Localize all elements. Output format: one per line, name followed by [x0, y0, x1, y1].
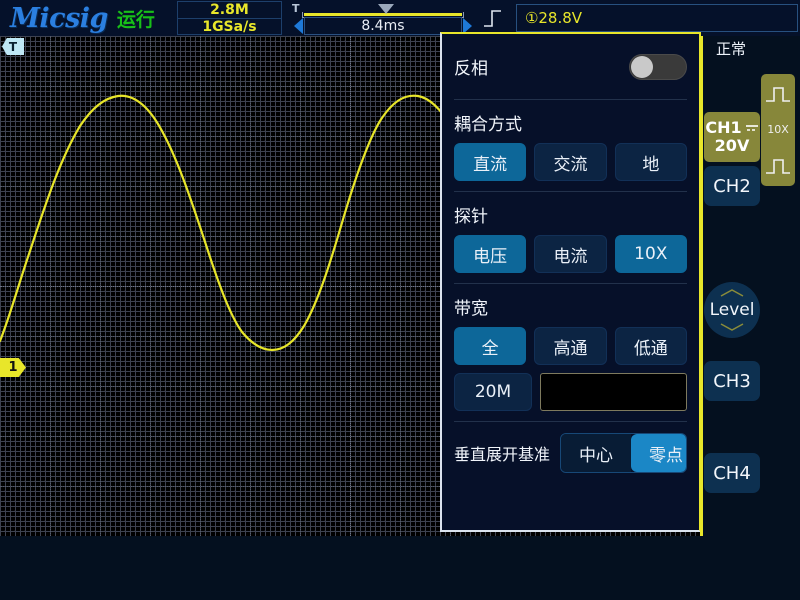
timebase-position-marker[interactable]: [377, 4, 394, 14]
sidebar-item-ch2[interactable]: CH2: [704, 166, 760, 206]
ch1-scale: 20V: [714, 136, 750, 155]
trigger-t-marker: T: [291, 2, 300, 15]
sidebar-item-ch1[interactable]: CH1 20V: [704, 112, 760, 162]
timebase-window-value[interactable]: 8.4ms: [303, 17, 462, 35]
level-label: Level: [709, 300, 755, 320]
trigger-level-value: ①28.8V: [524, 9, 583, 27]
invert-label: 反相: [454, 59, 488, 79]
probe-ratio-strip[interactable]: 10X: [761, 74, 795, 186]
pulse-icon: [766, 87, 790, 102]
chevron-up-icon: [720, 289, 744, 297]
bandwidth-label: 带宽: [454, 299, 488, 319]
vertical-reference-options: 中心 零点: [560, 433, 687, 473]
chevron-down-icon: [720, 323, 744, 331]
coupling-option-ac[interactable]: 交流: [534, 143, 607, 181]
bandwidth-option-highpass[interactable]: 高通: [534, 327, 607, 365]
bandwidth-option-full[interactable]: 全: [454, 327, 527, 365]
rising-edge-icon[interactable]: [482, 7, 504, 29]
toggle-knob: [631, 55, 653, 78]
coupling-section: 耦合方式 直流 交流 地: [454, 100, 687, 192]
probe-section: 探针 电压 电流 10X: [454, 192, 687, 284]
bandwidth-value-field[interactable]: [540, 373, 687, 411]
oscilloscope-screen: Micsig 运行 2.8M 1GSa/s T 8.4ms ①28.8V T 1…: [0, 0, 800, 600]
run-state-label: 运行: [116, 8, 155, 31]
probe-label: 探针: [454, 207, 488, 227]
vertical-reference-row: 垂直展开基准 中心 零点: [454, 422, 687, 484]
bottom-toolbar: 微调 快速 保存 200us: [0, 536, 800, 600]
memory-sample-readout[interactable]: 2.8M 1GSa/s: [176, 1, 282, 35]
trigger-level-knob[interactable]: Level: [704, 282, 760, 338]
sidebar-item-ch4[interactable]: CH4: [704, 453, 760, 493]
invert-toggle[interactable]: [629, 53, 687, 80]
ch1-name: CH1: [705, 117, 742, 137]
vref-option-zero[interactable]: 零点: [631, 434, 687, 472]
bandwidth-options: 全 高通 低通: [454, 327, 687, 365]
coupling-option-dc[interactable]: 直流: [454, 143, 527, 181]
sidebar-divider: [700, 36, 703, 536]
vertical-reference-label: 垂直展开基准: [454, 445, 551, 464]
pulse-icon: [766, 159, 790, 174]
bandwidth-extra-row: 20M: [454, 373, 687, 411]
probe-option-ratio[interactable]: 10X: [614, 235, 687, 273]
timebase-overview: T: [292, 2, 464, 18]
invert-row: 反相: [454, 34, 687, 100]
coupling-option-gnd[interactable]: 地: [614, 143, 687, 181]
vref-option-center[interactable]: 中心: [561, 434, 632, 472]
sidebar-item-ch3[interactable]: CH3: [704, 361, 760, 401]
bandwidth-section: 带宽 全 高通 低通 20M: [454, 284, 687, 422]
channel-settings-panel: 反相 耦合方式 直流 交流 地 探针 电压 电流 10X 带宽 全 高通 低通 …: [440, 32, 701, 532]
dc-coupling-icon: [745, 124, 758, 131]
brand-logo: Micsig: [10, 2, 108, 34]
timebase-navigator[interactable]: T 8.4ms: [292, 1, 472, 35]
probe-option-voltage[interactable]: 电压: [454, 235, 527, 273]
top-status-bar: Micsig 运行 2.8M 1GSa/s T 8.4ms ①28.8V: [0, 0, 800, 36]
right-sidebar: 正常 10X CH1 20V 全 CH2: [700, 36, 800, 536]
bandwidth-20m-button[interactable]: 20M: [454, 373, 532, 411]
coupling-options: 直流 交流 地: [454, 143, 687, 181]
probe-options: 电压 电流 10X: [454, 235, 687, 273]
sample-rate-value: 1GSa/s: [202, 19, 257, 35]
timebase-prev-icon[interactable]: [293, 18, 303, 34]
trigger-readout-box[interactable]: ①28.8V: [515, 4, 798, 32]
memory-depth-value: 2.8M: [177, 2, 281, 19]
probe-ratio-label: 10X: [767, 123, 789, 137]
trigger-mode-label: 正常: [716, 40, 747, 58]
probe-option-current[interactable]: 电流: [534, 235, 607, 273]
coupling-label: 耦合方式: [454, 115, 522, 135]
bandwidth-option-lowpass[interactable]: 低通: [614, 327, 687, 365]
